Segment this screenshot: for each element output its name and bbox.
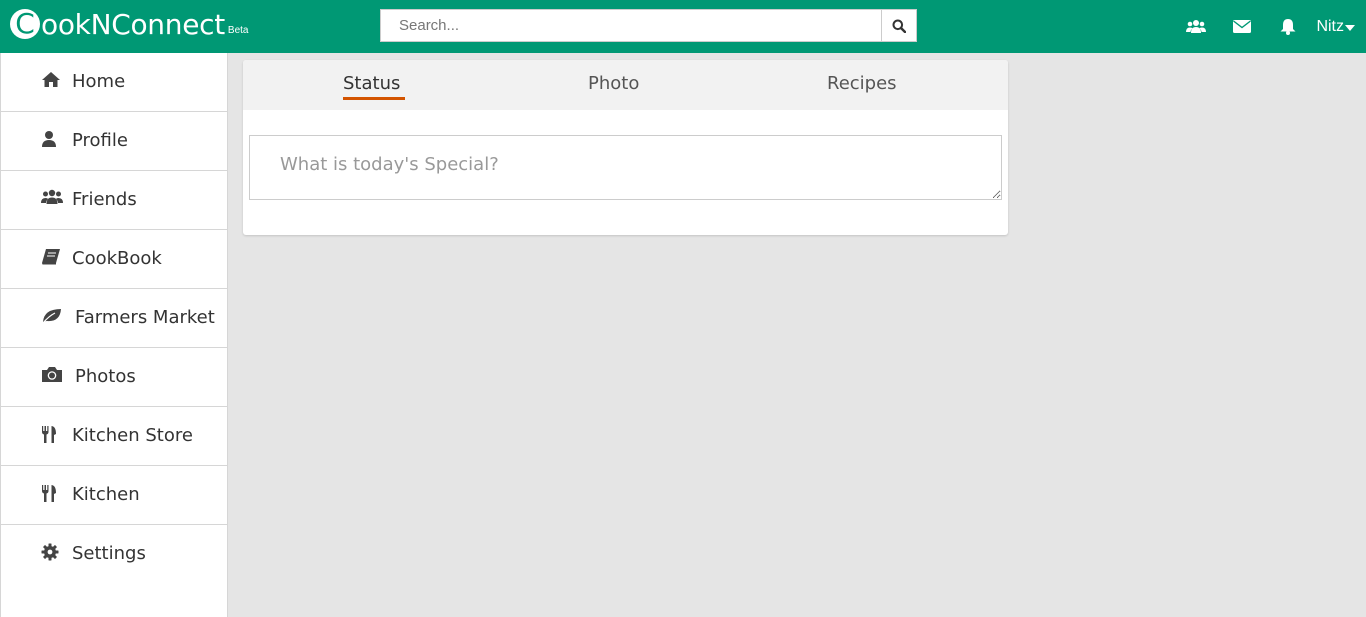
book-icon: [41, 248, 63, 266]
sidebar-item-cookbook[interactable]: CookBook: [1, 230, 227, 289]
user-menu[interactable]: Nitz: [1316, 18, 1355, 36]
app-logo[interactable]: C ookNConnect Beta: [10, 5, 248, 45]
sidebar-item-label: Settings: [72, 543, 146, 564]
sidebar-item-label: CookBook: [72, 248, 162, 269]
sidebar: Home Profile Friends CookBook Farmers Ma…: [0, 53, 228, 617]
top-navbar: C ookNConnect Beta Search... Nitz: [0, 0, 1366, 53]
messages-button[interactable]: [1232, 17, 1252, 37]
tab-recipes[interactable]: Recipes: [827, 73, 897, 95]
search-input[interactable]: [380, 9, 881, 42]
notifications-button[interactable]: [1278, 17, 1298, 37]
header-actions: Nitz: [1186, 0, 1366, 53]
sidebar-item-label: Kitchen: [72, 484, 140, 505]
sidebar-item-photos[interactable]: Photos: [1, 348, 227, 407]
search-icon: [892, 19, 906, 33]
search-button[interactable]: [881, 9, 917, 42]
camera-icon: [41, 366, 63, 384]
sidebar-item-label: Kitchen Store: [72, 425, 193, 446]
envelope-icon: [1233, 20, 1252, 33]
friends-icon: [1186, 19, 1207, 33]
user-icon: [41, 130, 63, 148]
sidebar-item-label: Farmers Market: [75, 307, 215, 328]
status-composer: Status Photo Recipes: [243, 60, 1008, 235]
logo-letter: C: [10, 9, 40, 39]
sidebar-item-label: Photos: [75, 366, 136, 387]
tab-status[interactable]: Status: [343, 73, 406, 100]
sidebar-item-kitchen[interactable]: Kitchen: [1, 466, 227, 525]
search-bar: [380, 9, 917, 42]
sidebar-item-farmers-market[interactable]: Farmers Market: [1, 289, 227, 348]
sidebar-item-settings[interactable]: Settings: [1, 525, 227, 583]
sidebar-item-profile[interactable]: Profile: [1, 112, 227, 171]
logo-text: ookNConnect: [41, 8, 225, 41]
users-icon: [41, 189, 63, 207]
tab-photo[interactable]: Photo: [588, 73, 639, 95]
composer-tabs: Status Photo Recipes: [243, 60, 1008, 110]
cutlery-icon: [41, 484, 63, 502]
sidebar-item-friends[interactable]: Friends: [1, 171, 227, 230]
status-input[interactable]: [249, 135, 1002, 200]
sidebar-item-kitchen-store[interactable]: Kitchen Store: [1, 407, 227, 466]
gear-icon: [41, 543, 63, 561]
user-name: Nitz: [1316, 17, 1344, 35]
bell-icon: [1280, 19, 1296, 35]
home-icon: [41, 71, 63, 89]
sidebar-item-home[interactable]: Home: [1, 53, 227, 112]
sidebar-item-label: Profile: [72, 130, 128, 151]
friend-requests-button[interactable]: [1186, 17, 1207, 37]
beta-badge: Beta: [227, 25, 249, 36]
cutlery-icon: [41, 425, 63, 443]
leaf-icon: [41, 307, 63, 325]
sidebar-item-label: Friends: [72, 189, 137, 210]
sidebar-item-label: Home: [72, 71, 126, 92]
caret-down-icon: [1345, 24, 1355, 31]
